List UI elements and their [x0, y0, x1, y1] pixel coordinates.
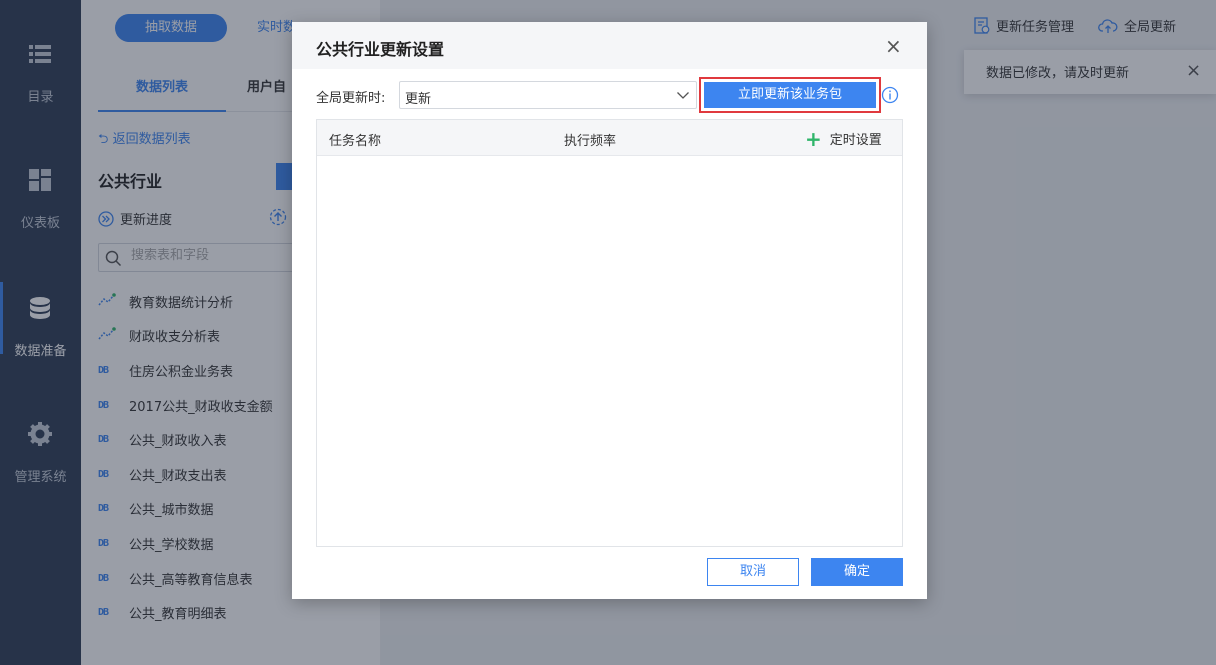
task-table: 任务名称 执行频率 + 定时设置: [316, 119, 903, 547]
close-icon[interactable]: ×: [885, 36, 902, 56]
update-now-button[interactable]: 立即更新该业务包: [704, 82, 876, 108]
chevron-down-icon: [677, 92, 689, 99]
cancel-button[interactable]: 取消: [707, 558, 799, 586]
highlight-box: 立即更新该业务包: [699, 77, 881, 113]
task-table-header: 任务名称 执行频率 + 定时设置: [317, 120, 902, 156]
timer-setting-label: 定时设置: [829, 133, 882, 148]
column-frequency: 执行频率: [564, 134, 617, 149]
dialog-title: 公共行业更新设置: [316, 40, 445, 59]
confirm-button[interactable]: 确定: [811, 558, 903, 586]
plus-icon: +: [805, 126, 822, 151]
dialog-header: 公共行业更新设置 ×: [292, 22, 927, 69]
global-update-select[interactable]: 更新: [399, 81, 697, 109]
add-timer-button[interactable]: + 定时设置: [805, 126, 882, 151]
column-task-name: 任务名称: [329, 134, 382, 149]
global-update-label: 全局更新时:: [316, 91, 386, 106]
update-settings-dialog: 公共行业更新设置 × 全局更新时: 更新 立即更新该业务包 任务名称 执行频率 …: [292, 22, 927, 599]
info-icon[interactable]: [881, 86, 899, 104]
select-value: 更新: [405, 92, 432, 107]
